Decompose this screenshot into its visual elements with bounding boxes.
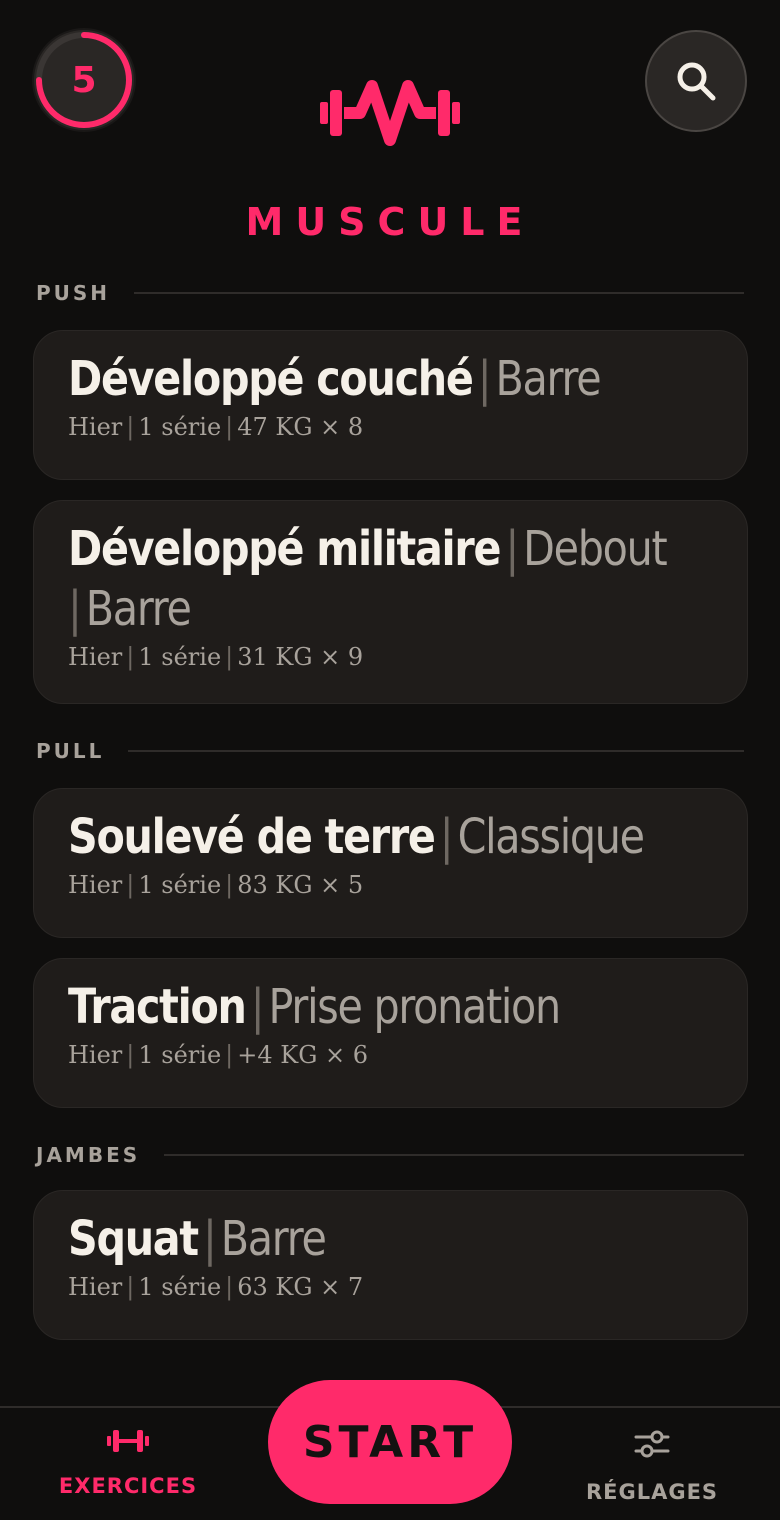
exercise-title: Soulevé de terre | Classique <box>68 809 646 865</box>
exercise-variant: Barre <box>85 581 192 637</box>
last-performance: 31 KG × 9 <box>237 643 364 671</box>
last-performance: 63 KG × 7 <box>237 1273 364 1301</box>
exercise-meta: Hier | 1 série | 63 KG × 7 <box>68 1273 364 1301</box>
last-session-date: Hier <box>68 871 123 899</box>
exercise-variant: Barre <box>495 351 602 407</box>
exercise-title: Squat | Barre <box>68 1211 327 1267</box>
last-performance: 47 KG × 8 <box>237 413 364 441</box>
start-workout-button[interactable]: START <box>268 1380 512 1504</box>
exercise-name: Développé couché <box>68 351 474 407</box>
exercise-card[interactable]: Traction | Prise pronation Hier | 1 série | +4… <box>33 958 748 1108</box>
last-session-date: Hier <box>68 413 123 441</box>
exercise-title: Développé couché | Barre <box>68 351 602 407</box>
section-divider <box>164 1154 744 1156</box>
app-title: MUSCULE <box>245 200 535 244</box>
exercise-card[interactable]: Développé couché | Barre Hier | 1 série | 47 K… <box>33 330 748 480</box>
dumbbell-icon <box>107 1430 149 1452</box>
section-header-pull: PULL <box>36 739 744 763</box>
exercise-name: Soulevé de terre <box>68 809 436 865</box>
exercise-name: Traction <box>68 979 247 1035</box>
section-divider <box>134 292 744 294</box>
exercise-meta: Hier | 1 série | 83 KG × 5 <box>68 871 364 899</box>
nav-exercises[interactable]: EXERCICES <box>28 1428 228 1498</box>
search-icon <box>677 62 716 101</box>
nav-settings-label: RÉGLAGES <box>585 1480 719 1504</box>
last-session-date: Hier <box>68 1041 123 1069</box>
exercise-meta: Hier | 1 série | 31 KG × 9 <box>68 643 364 671</box>
streak-count: 5 <box>71 59 97 101</box>
section-header-jambes: JAMBES <box>36 1143 744 1167</box>
last-performance: 83 KG × 5 <box>237 871 364 899</box>
nav-exercises-label: EXERCICES <box>58 1474 198 1498</box>
section-divider <box>128 750 744 752</box>
last-session-date: Hier <box>68 1273 123 1301</box>
section-header-push: PUSH <box>36 281 744 305</box>
exercise-card[interactable]: Squat | Barre Hier | 1 série | 63 KG × 7 <box>33 1190 748 1340</box>
sliders-icon <box>634 1430 670 1458</box>
exercise-variant: Barre <box>220 1211 327 1267</box>
exercise-variant: Classique <box>457 809 646 865</box>
exercise-name: Squat <box>68 1211 199 1267</box>
exercise-meta: Hier | 1 série | 47 KG × 8 <box>68 413 364 441</box>
nav-settings[interactable]: RÉGLAGES <box>552 1428 752 1504</box>
set-count: 1 série <box>138 871 222 899</box>
last-session-date: Hier <box>68 643 123 671</box>
exercise-variant: Debout <box>523 521 668 577</box>
set-count: 1 série <box>138 1273 222 1301</box>
dumbbell-logo-icon <box>320 80 460 146</box>
exercise-title: Développé militaire | Debout | Barre <box>68 521 668 637</box>
set-count: 1 série <box>138 413 222 441</box>
last-performance: +4 KG × 6 <box>237 1041 368 1069</box>
exercise-title: Traction | Prise pronation <box>68 979 562 1035</box>
set-count: 1 série <box>138 1041 222 1069</box>
section-label: JAMBES <box>36 1143 141 1167</box>
set-count: 1 série <box>138 643 222 671</box>
streak-counter[interactable]: 5 <box>34 30 134 130</box>
exercise-card[interactable]: Soulevé de terre | Classique Hier | 1 série |… <box>33 788 748 938</box>
search-button[interactable] <box>645 30 747 132</box>
section-label: PULL <box>36 739 105 763</box>
exercise-meta: Hier | 1 série | +4 KG × 6 <box>68 1041 368 1069</box>
exercise-card[interactable]: Développé militaire | Debout | Barre Hier | 1 … <box>33 500 748 704</box>
exercise-name: Développé militaire <box>68 521 501 577</box>
section-label: PUSH <box>36 281 111 305</box>
exercise-variant: Prise pronation <box>268 979 562 1035</box>
